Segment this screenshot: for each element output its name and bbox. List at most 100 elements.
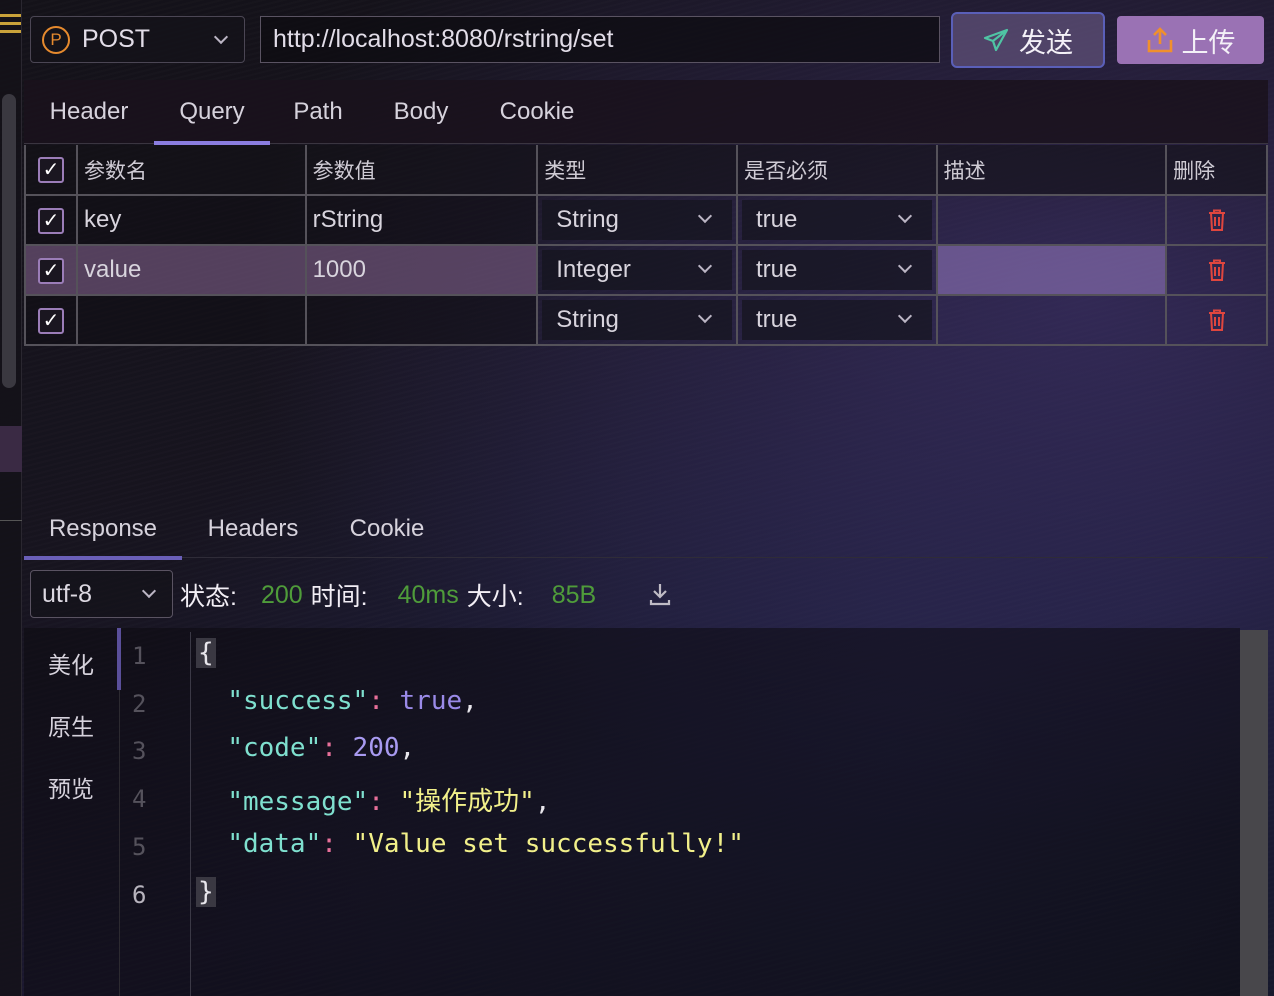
send-button[interactable]: 发送 [951, 12, 1105, 68]
request-tabs: Header Query Path Body Cookie [24, 80, 1268, 145]
col-header-name: 参数名 [75, 145, 307, 196]
time-value: 40ms [397, 580, 459, 609]
col-header-delete: 删除 [1165, 145, 1268, 196]
tab-response-cookie[interactable]: Cookie [324, 500, 450, 558]
view-mode-indicator [117, 628, 121, 690]
required-value: true [755, 306, 798, 333]
url-input[interactable] [260, 16, 940, 63]
chevron-down-icon [697, 308, 713, 324]
status-label: 状态: [180, 583, 237, 611]
menu-icon[interactable] [0, 14, 21, 36]
code-line: "code": 200, [227, 733, 416, 763]
row-checkbox[interactable]: ✓ [38, 207, 64, 234]
table-row: ✓ value 1000 Integer true [24, 244, 1268, 296]
row-checkbox[interactable]: ✓ [38, 257, 64, 284]
table-header-row: ✓ 参数名 参数值 类型 是否必须 描述 删除 [24, 145, 1268, 196]
delete-row-button[interactable] [1167, 209, 1266, 231]
encoding-value: utf-8 [42, 579, 93, 608]
code-scrollbar[interactable] [1240, 630, 1268, 996]
chevron-down-icon [897, 258, 912, 274]
method-select[interactable]: P POST [30, 16, 245, 63]
chevron-down-icon [697, 258, 713, 274]
select-all-checkbox[interactable]: ✓ [38, 156, 64, 183]
paper-plane-icon [983, 28, 1009, 52]
col-header-description: 描述 [935, 145, 1168, 196]
delete-row-button[interactable] [1167, 309, 1266, 331]
json-value: "操作成功" [399, 787, 535, 817]
download-button[interactable] [648, 582, 672, 611]
tab-response[interactable]: Response [24, 500, 182, 560]
send-label: 发送 [1019, 27, 1073, 58]
upload-icon [1147, 27, 1172, 53]
line-number: 4 [132, 785, 147, 813]
json-key: "message" [227, 787, 369, 817]
gutter-divider [190, 632, 191, 996]
status-value: 200 [260, 580, 303, 609]
tab-cookie[interactable]: Cookie [476, 80, 598, 144]
description-cell[interactable] [935, 294, 1168, 346]
line-number: 3 [132, 737, 147, 765]
close-brace: } [196, 877, 216, 907]
param-name-cell[interactable]: key [75, 194, 307, 246]
tab-query[interactable]: Query [154, 80, 270, 145]
required-select[interactable]: true [741, 200, 932, 240]
response-status-row: 状态: 200 时间: 40ms 大小: 85B [180, 578, 604, 612]
table-row: ✓ key rString String true [24, 194, 1268, 246]
line-number: 6 [132, 881, 147, 909]
open-brace: { [196, 638, 216, 668]
col-header-required: 是否必须 [735, 145, 938, 196]
required-select[interactable]: true [741, 300, 932, 340]
description-cell[interactable] [935, 244, 1168, 296]
code-line: "message": "操作成功", [227, 787, 551, 817]
response-tabs: Response Headers Cookie [24, 500, 1268, 560]
tab-header[interactable]: Header [24, 80, 154, 144]
view-mode-tabs: 美化 原生 预览 [24, 628, 120, 996]
time-label: 时间: [310, 583, 368, 611]
type-value: String [556, 306, 619, 333]
json-value: "Value set successfully!" [352, 829, 744, 859]
tab-path[interactable]: Path [270, 80, 366, 144]
param-name-cell[interactable] [75, 294, 307, 346]
json-comma: , [399, 733, 416, 763]
col-header-type: 类型 [536, 145, 738, 196]
param-name-cell[interactable]: value [75, 244, 307, 296]
download-icon [649, 584, 671, 606]
code-line: } [196, 877, 216, 907]
upload-button[interactable]: 上传 [1117, 16, 1264, 64]
tab-response-headers[interactable]: Headers [182, 500, 324, 558]
type-select[interactable]: Integer [542, 250, 732, 290]
code-line: "success": true, [227, 686, 478, 716]
param-value-cell[interactable] [304, 294, 539, 346]
type-select[interactable]: String [542, 200, 732, 240]
chevron-down-icon [141, 583, 157, 599]
param-value-cell[interactable]: 1000 [304, 244, 539, 296]
json-comma: , [462, 686, 478, 716]
required-select[interactable]: true [741, 250, 932, 290]
col-header-value: 参数值 [304, 145, 539, 196]
code-line: { [196, 638, 216, 668]
sidebar-scrollbar[interactable] [2, 94, 16, 388]
type-select[interactable]: String [542, 300, 732, 340]
sidebar-divider [0, 520, 22, 521]
method-badge-icon: P [42, 25, 70, 54]
params-table: ✓ 参数名 参数值 类型 是否必须 描述 删除 ✓ key rString St… [24, 145, 1268, 346]
json-value: true [399, 686, 463, 716]
sidebar-selected-item[interactable] [0, 426, 22, 472]
view-mode-preview[interactable]: 预览 [48, 770, 94, 804]
chevron-down-icon [213, 29, 229, 45]
chevron-down-icon [697, 208, 713, 224]
param-value-cell[interactable]: rString [304, 194, 539, 246]
view-mode-raw[interactable]: 原生 [48, 708, 94, 742]
json-key: "data" [227, 829, 322, 859]
trash-icon [1208, 309, 1225, 331]
size-value: 85B [551, 580, 597, 609]
type-value: Integer [556, 256, 631, 283]
description-cell[interactable] [935, 194, 1168, 246]
line-number: 2 [132, 690, 147, 718]
view-mode-pretty[interactable]: 美化 [48, 646, 94, 680]
encoding-select[interactable]: utf-8 [30, 570, 173, 618]
row-checkbox[interactable]: ✓ [38, 307, 64, 334]
delete-row-button[interactable] [1167, 259, 1266, 281]
tab-body[interactable]: Body [366, 80, 476, 144]
json-value: 200 [352, 733, 400, 763]
